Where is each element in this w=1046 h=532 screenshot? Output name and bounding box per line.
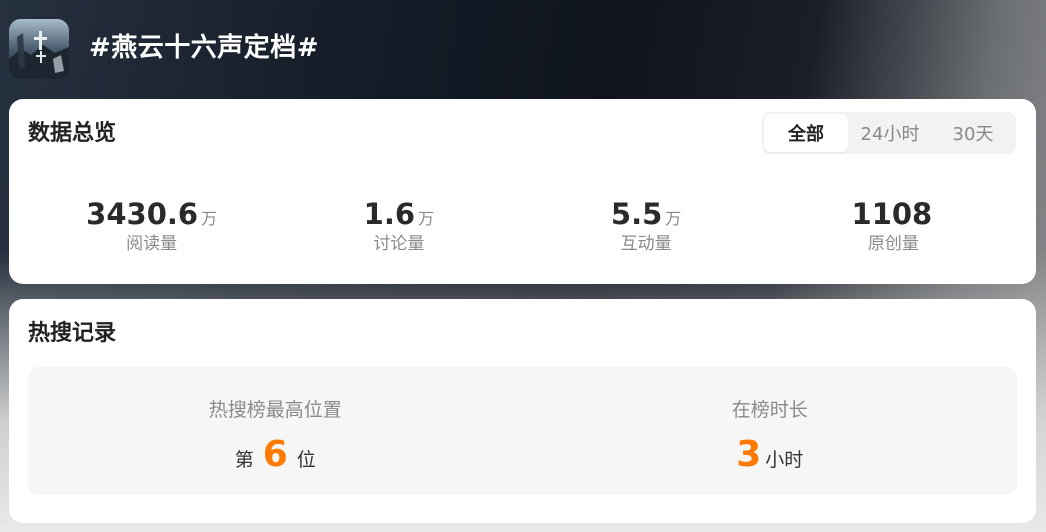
- stat-label: 互动量: [620, 234, 672, 254]
- tab-24-hours[interactable]: 24小时: [848, 114, 932, 152]
- duration-suffix: 小时: [765, 449, 804, 471]
- stat-value: 5.5: [610, 197, 663, 231]
- data-overview-card: 数据总览 全部 24小时 30天 3430.6 万 阅读量 1.6 万 讨论量 …: [9, 99, 1036, 284]
- time-range-selector: 全部 24小时 30天: [762, 112, 1016, 154]
- stat-unit: 万: [665, 209, 682, 228]
- overview-title: 数据总览: [28, 121, 117, 146]
- stat-value: 3430.6: [86, 197, 199, 231]
- topic-header: #燕云十六声定档#: [0, 0, 1046, 98]
- best-position-prefix: 第: [234, 449, 254, 471]
- hot-search-title: 热搜记录: [28, 321, 117, 346]
- duration-block: 在榜时长 3 小时: [523, 367, 1018, 495]
- topic-avatar[interactable]: [9, 19, 69, 79]
- duration-value: 3: [736, 434, 762, 475]
- best-position-label: 热搜榜最高位置: [208, 399, 342, 421]
- stat-value: 1108: [851, 197, 933, 231]
- stat-label: 阅读量: [126, 234, 178, 254]
- stat-value: 1.6: [363, 197, 416, 231]
- tab-all[interactable]: 全部: [764, 114, 848, 152]
- stat-unit: 万: [418, 209, 435, 228]
- tab-30-days[interactable]: 30天: [932, 114, 1014, 152]
- stat-interactions: 5.5 万 互动量: [523, 197, 770, 257]
- best-position-suffix: 位: [296, 449, 316, 471]
- hot-search-panel: 热搜榜最高位置 第 6 位 在榜时长 3 小时: [28, 367, 1017, 495]
- stat-original: 1108 原创量: [770, 197, 1017, 257]
- stat-reads: 3430.6 万 阅读量: [28, 197, 275, 257]
- hot-search-card: 热搜记录 热搜榜最高位置 第 6 位 在榜时长 3 小时: [9, 299, 1036, 523]
- topic-title: #燕云十六声定档#: [89, 33, 320, 63]
- stat-label: 原创量: [867, 234, 919, 254]
- best-position-block: 热搜榜最高位置 第 6 位: [28, 367, 523, 495]
- stat-unit: 万: [201, 209, 218, 228]
- best-position-value: 6: [262, 434, 288, 475]
- stat-discussions: 1.6 万 讨论量: [275, 197, 522, 257]
- duration-label: 在榜时长: [731, 399, 808, 421]
- stat-label: 讨论量: [373, 234, 425, 254]
- stats-row: 3430.6 万 阅读量 1.6 万 讨论量 5.5 万 互动量 1108 原创: [28, 197, 1017, 257]
- game-cover-icon: [9, 19, 69, 79]
